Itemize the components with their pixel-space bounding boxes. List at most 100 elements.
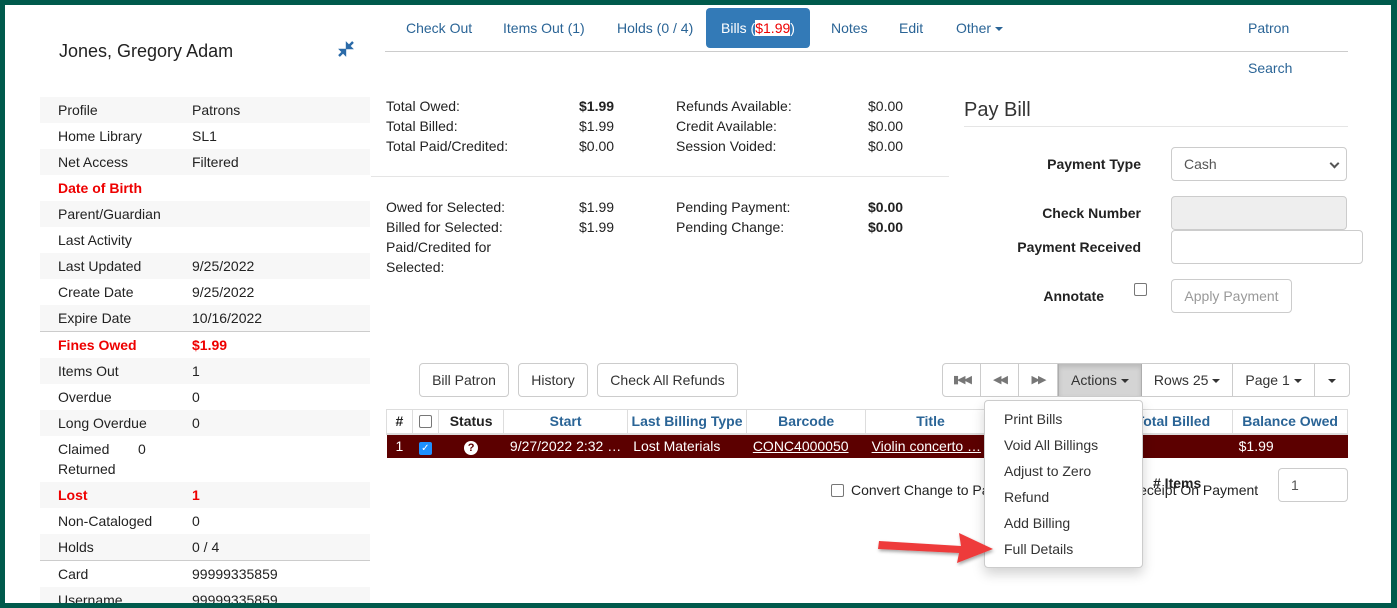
paid-selected-label-line1: Paid/Credited for xyxy=(386,239,492,255)
tab-other[interactable]: Other xyxy=(941,8,1018,48)
sidebar-row-label: Expire Date xyxy=(58,310,132,326)
summary-divider xyxy=(371,176,949,177)
sidebar-row-last-activity: Last Activity xyxy=(40,227,370,253)
items-count-input[interactable]: 1 xyxy=(1278,468,1348,502)
history-button[interactable]: History xyxy=(518,363,588,397)
col-header-status[interactable]: Status xyxy=(437,409,505,435)
sidebar-row-parent-guardian: Parent/Guardian xyxy=(40,201,370,227)
tab-notes[interactable]: Notes xyxy=(816,8,883,48)
row-start: 9/27/2022 2:32 … xyxy=(503,433,628,458)
tab-bills-amount: $1.99 xyxy=(755,20,791,36)
sidebar-row-label: Fines Owed xyxy=(58,337,137,353)
total-owed-label: Total Owed: xyxy=(386,98,460,114)
caret-down-icon xyxy=(1327,379,1336,384)
caret-down-icon xyxy=(1293,379,1302,384)
actions-dropdown-menu: Print Bills Void All Billings Adjust to … xyxy=(984,400,1143,568)
sidebar-row-label: Holds xyxy=(58,539,94,555)
collapse-arrows-icon[interactable] xyxy=(336,39,356,59)
items-count-label: # Items xyxy=(1153,475,1202,491)
sidebar-row-value: Filtered xyxy=(192,154,239,170)
menu-item-full-details[interactable]: Full Details xyxy=(985,536,1142,562)
rows-dropdown-button[interactable]: Rows 25 xyxy=(1142,364,1234,396)
caret-down-icon xyxy=(995,27,1004,32)
row-select-checkbox[interactable]: ✓ xyxy=(418,441,432,455)
pending-change-label: Pending Change: xyxy=(676,219,785,235)
page-dropdown-button[interactable]: Page 1 xyxy=(1233,364,1315,396)
col-header-number[interactable]: # xyxy=(386,409,413,435)
question-circle-icon[interactable]: ? xyxy=(464,440,479,455)
sidebar-row-label: Non-Cataloged xyxy=(58,513,153,529)
col-header-title[interactable]: Title xyxy=(865,409,996,435)
pay-bill-heading: Pay Bill xyxy=(964,99,1031,121)
previous-page-icon[interactable]: ◀◀ xyxy=(981,364,1019,396)
owed-selected-label: Owed for Selected: xyxy=(386,199,506,215)
annotate-checkbox[interactable] xyxy=(1134,283,1147,296)
col-header-barcode[interactable]: Barcode xyxy=(746,409,867,435)
annotate-label: Annotate xyxy=(1043,288,1104,304)
chevron-down-icon xyxy=(1329,158,1340,169)
sidebar-row-label: Last Activity xyxy=(58,232,132,248)
column-options-button[interactable] xyxy=(1315,364,1349,396)
col-header-select-all[interactable] xyxy=(411,409,439,435)
total-owed-value: $1.99 xyxy=(579,98,615,114)
menu-item-void-all-billings[interactable]: Void All Billings xyxy=(985,432,1142,458)
first-page-icon[interactable]: ▮◀◀ xyxy=(943,364,981,396)
sidebar-row-value: 9/25/2022 xyxy=(192,258,255,274)
sidebar-row-net-access: Net Access Filtered xyxy=(40,149,370,175)
pay-bill-divider xyxy=(964,126,1348,127)
session-voided-label: Session Voided: xyxy=(676,138,777,154)
payment-type-select[interactable]: Cash xyxy=(1171,147,1347,181)
menu-item-adjust-to-zero[interactable]: Adjust to Zero xyxy=(985,458,1142,484)
sidebar-row-label: Card xyxy=(58,566,89,582)
check-all-refunds-button[interactable]: Check All Refunds xyxy=(597,363,738,397)
sidebar-row-label: Net Access xyxy=(58,154,129,170)
annotation-arrow-icon xyxy=(878,533,993,563)
row-barcode-link[interactable]: CONC4000050 xyxy=(753,438,849,454)
menu-item-refund[interactable]: Refund xyxy=(985,484,1142,510)
sidebar-row-holds: Holds 0 / 4 xyxy=(40,534,370,560)
tab-check-out[interactable]: Check Out xyxy=(391,8,487,48)
bills-grid: # Status Start Last Billing Type Barcode… xyxy=(386,409,1348,458)
sidebar-row-label: Profile xyxy=(58,102,98,118)
sidebar-row-last-updated: Last Updated 9/25/2022 xyxy=(40,253,370,279)
row-title-link[interactable]: Violin concerto … xyxy=(872,438,981,454)
refunds-available-label: Refunds Available: xyxy=(676,98,792,114)
tab-bills[interactable]: Bills ($1.99) xyxy=(706,8,810,48)
next-page-icon[interactable]: ▶▶ xyxy=(1019,364,1058,396)
col-header-balance-owed[interactable]: Balance Owed xyxy=(1232,409,1348,435)
check-number-input[interactable] xyxy=(1171,196,1347,230)
patron-name: Jones, Gregory Adam xyxy=(59,41,234,61)
apply-payment-button[interactable]: Apply Payment xyxy=(1171,279,1292,313)
patron-nav-tabs: Check Out Items Out (1) Holds (0 / 4) Bi… xyxy=(385,8,1348,76)
select-all-checkbox[interactable] xyxy=(418,415,432,429)
sidebar-row-card: Card 99999335859 xyxy=(40,560,370,587)
tab-items-out[interactable]: Items Out (1) xyxy=(488,8,600,48)
bill-totals: Total Owed: $1.99 Total Billed: $1.99 To… xyxy=(386,96,926,158)
table-row[interactable]: 1 ✓ ? 9/27/2022 2:32 … Lost Materials CO… xyxy=(386,433,1348,458)
total-paid-value: $0.00 xyxy=(579,138,615,154)
sidebar-row-label: Items Out xyxy=(58,363,119,379)
sidebar-row-label: Username xyxy=(58,592,123,603)
tab-holds[interactable]: Holds (0 / 4) xyxy=(602,8,708,48)
sidebar-row-label: Claimed Returned xyxy=(58,441,116,477)
actions-dropdown-button[interactable]: Actions xyxy=(1058,364,1142,396)
sidebar-row-expire-date: Expire Date 10/16/2022 xyxy=(40,305,370,331)
convert-change-checkbox[interactable] xyxy=(831,483,844,497)
bill-patron-button[interactable]: Bill Patron xyxy=(419,363,509,397)
tab-patron-search[interactable]: Patron Search xyxy=(1233,8,1348,76)
pending-change-value: $0.00 xyxy=(868,219,904,235)
sidebar-row-value: 1 xyxy=(192,487,200,503)
col-header-last-billing-type[interactable]: Last Billing Type xyxy=(626,409,748,435)
selected-totals: Owed for Selected: $1.99 Billed for Sele… xyxy=(386,197,926,279)
sidebar-row-label: Overdue xyxy=(58,389,112,405)
tab-edit[interactable]: Edit xyxy=(884,8,938,48)
payment-type-label: Payment Type xyxy=(1047,156,1141,172)
payment-received-input[interactable] xyxy=(1171,230,1363,264)
col-header-start[interactable]: Start xyxy=(503,409,628,435)
sidebar-row-value: Patrons xyxy=(192,102,241,118)
menu-item-add-billing[interactable]: Add Billing xyxy=(985,510,1142,536)
menu-item-print-bills[interactable]: Print Bills xyxy=(985,406,1142,432)
grid-toolbar: ▮◀◀ ◀◀ ▶▶ Actions Rows 25 Page 1 xyxy=(942,363,1350,397)
sidebar-row-value xyxy=(192,227,352,253)
total-paid-label: Total Paid/Credited: xyxy=(386,138,509,154)
